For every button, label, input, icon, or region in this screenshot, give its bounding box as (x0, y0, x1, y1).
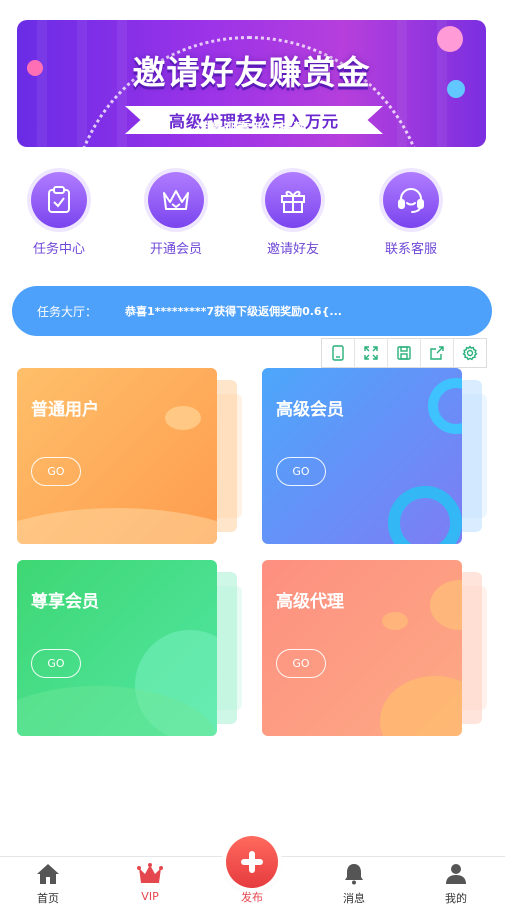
card-normal-user[interactable]: 普通用户 GO (17, 368, 242, 544)
banner-guide-link[interactable]: 详情观看新手指南 (17, 117, 486, 136)
tab-home[interactable]: 首页 (8, 863, 88, 906)
card-title: 高级代理 (276, 592, 344, 612)
menu-item-label: 联系客服 (384, 242, 437, 257)
menu-item-open-vip[interactable]: 开通会员 (126, 172, 226, 257)
bell-icon (345, 864, 363, 885)
card-decoration (17, 508, 217, 544)
go-button[interactable]: GO (276, 457, 326, 486)
menu-item-label: 开通会员 (149, 242, 202, 257)
plus-icon (241, 851, 263, 873)
clipboard-check-icon (31, 172, 87, 228)
card-decoration (430, 580, 462, 630)
menu-item-label: 任务中心 (32, 242, 85, 257)
publish-button[interactable] (226, 836, 278, 888)
gift-icon (265, 172, 321, 228)
tab-mine[interactable]: 我的 (416, 863, 496, 906)
tab-label: 消息 (343, 892, 365, 905)
tool-strip (321, 338, 487, 368)
tab-messages[interactable]: 消息 (314, 863, 394, 906)
menu-item-invite-friends[interactable]: 邀请好友 (243, 172, 343, 257)
headset-icon (383, 172, 439, 228)
banner-headline: 邀请好友赚赏金 (132, 53, 371, 92)
card-senior-member[interactable]: 高级会员 GO (262, 368, 487, 544)
menu-item-task-center[interactable]: 任务中心 (9, 172, 109, 257)
menu-item-contact-service[interactable]: 联系客服 (361, 172, 461, 257)
card-senior-agent[interactable]: 高级代理 GO (262, 560, 487, 736)
card-title: 高级会员 (276, 400, 344, 420)
go-button[interactable]: GO (31, 457, 81, 486)
user-icon (446, 864, 466, 884)
notice-title: 任务大厅： (37, 305, 98, 319)
tab-label: VIP (141, 890, 159, 903)
fullscreen-icon[interactable] (355, 339, 388, 367)
tab-label: 我的 (445, 892, 467, 905)
settings-icon[interactable] (454, 339, 486, 367)
menu-item-label: 邀请好友 (266, 242, 319, 257)
notice-message: 恭喜1*********7获得下级返佣奖励0.6{... (125, 305, 342, 318)
publish-label[interactable]: 发布 (222, 889, 282, 905)
card-decoration (388, 486, 462, 544)
card-decoration (382, 612, 408, 630)
share-icon[interactable] (421, 339, 454, 367)
promo-banner[interactable]: 邀请好友赚赏金 高级代理轻松月入万元 详情观看新手指南 (17, 20, 486, 147)
card-premium-member[interactable]: 尊享会员 GO (17, 560, 242, 736)
card-title: 普通用户 (31, 400, 99, 420)
go-button[interactable]: GO (276, 649, 326, 678)
tab-vip[interactable]: VIP (110, 863, 190, 903)
card-decoration (165, 406, 201, 430)
tab-label: 首页 (37, 892, 59, 905)
tablet-icon[interactable] (322, 339, 355, 367)
crown-icon (148, 172, 204, 228)
card-decoration (428, 378, 462, 434)
go-button[interactable]: GO (31, 649, 81, 678)
card-decoration (380, 676, 462, 736)
crown-icon (137, 863, 163, 883)
task-hall-notice-bar[interactable]: 任务大厅： 恭喜1*********7获得下级返佣奖励0.6{... (12, 286, 492, 336)
save-icon[interactable] (388, 339, 421, 367)
card-title: 尊享会员 (31, 592, 99, 612)
home-icon (37, 864, 59, 884)
